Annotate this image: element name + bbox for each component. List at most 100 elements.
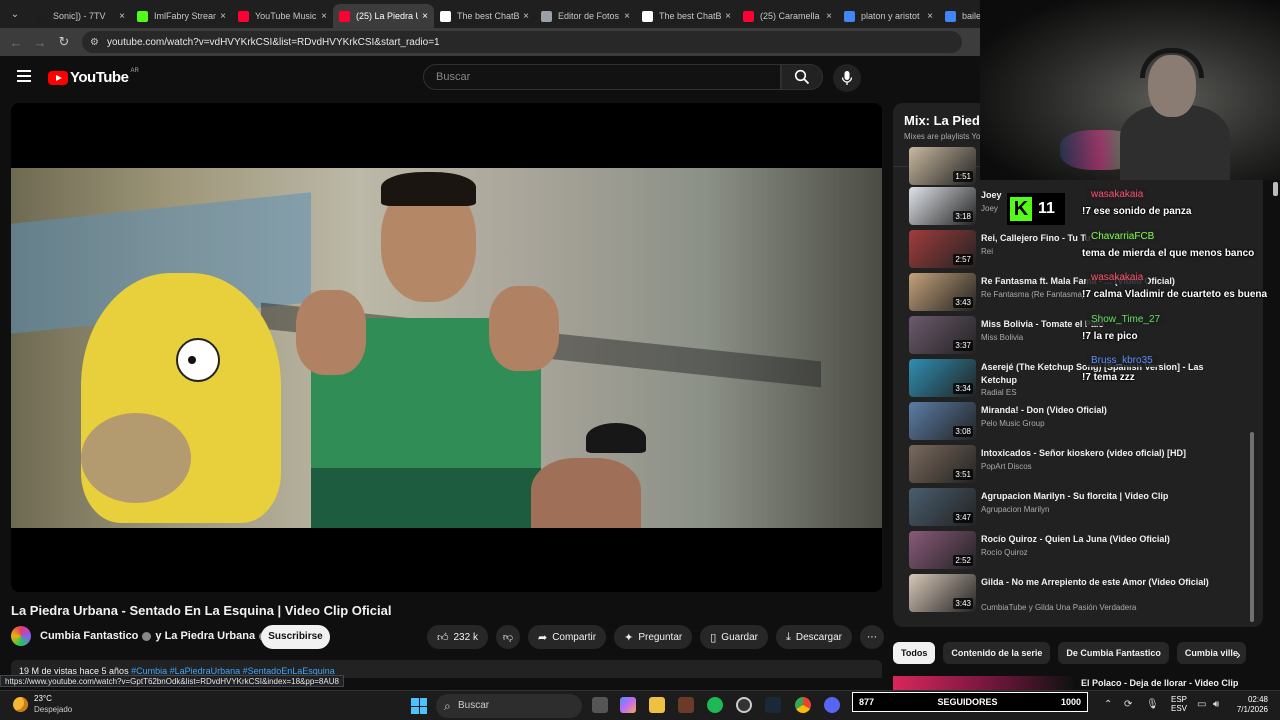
app-circle-icon[interactable] xyxy=(736,697,752,713)
taskbar-search[interactable]: Buscar xyxy=(436,694,582,718)
windows-start-icon[interactable] xyxy=(411,698,427,714)
download-button[interactable]: ⤓ Descargar xyxy=(775,625,852,649)
browser-tab[interactable]: platon y aristot × xyxy=(838,4,939,28)
tab-close-icon[interactable]: × xyxy=(624,11,630,22)
browser-tab[interactable]: The best ChatB × xyxy=(434,4,535,28)
search-input[interactable]: Buscar xyxy=(423,64,781,90)
back-icon[interactable]: ← xyxy=(4,35,28,50)
tray-chevron-icon[interactable]: ⌃ xyxy=(1104,699,1112,710)
tray-app-icon[interactable]: ⟳ xyxy=(1124,699,1132,710)
video-thumbnail[interactable]: 3:51 xyxy=(909,445,976,483)
volume-icon[interactable]: 🔊︎ xyxy=(1213,699,1219,710)
video-thumbnail[interactable]: 3:43 xyxy=(909,574,976,612)
keyboard-language[interactable]: ESP ESV xyxy=(1171,695,1187,713)
like-button[interactable]: 👍︎ 232 k xyxy=(427,625,488,649)
related-video[interactable]: El Polaco - Deja de llorar - Video Clip xyxy=(893,676,1263,690)
video-thumbnail[interactable]: 3:18 xyxy=(909,187,976,225)
search-button[interactable] xyxy=(781,64,823,90)
video-title[interactable]: Rocío Quiroz - Quien La Juna (Video Ofic… xyxy=(981,533,1211,546)
tab-close-icon[interactable]: × xyxy=(523,11,529,22)
video-thumbnail[interactable]: 3:37 xyxy=(909,316,976,354)
channel-info[interactable]: Cumbia Fantastico y La Piedra Urbana xyxy=(40,630,272,642)
related-title[interactable]: El Polaco - Deja de llorar - Video Clip xyxy=(1081,678,1238,688)
channel-avatar[interactable] xyxy=(11,626,31,646)
tab-close-icon[interactable]: × xyxy=(422,11,428,22)
tab-close-icon[interactable]: × xyxy=(826,11,832,22)
chat-username[interactable]: wasakakaia xyxy=(1086,188,1149,201)
chevron-right-icon[interactable]: › xyxy=(1236,646,1241,662)
browser-tab[interactable]: The best ChatB × xyxy=(636,4,737,28)
video-thumbnail[interactable]: 3:47 xyxy=(909,488,976,526)
temperature[interactable]: 23°C xyxy=(34,694,52,703)
playlist-item[interactable]: 3:47 Agrupacion Marilyn - Su florcita | V… xyxy=(893,486,1263,529)
filter-chip[interactable]: Contenido de la serie xyxy=(943,642,1051,664)
steam-icon[interactable] xyxy=(765,697,781,713)
chat-username[interactable]: Bruss_kbro35 xyxy=(1086,354,1158,367)
browser-tab[interactable]: ImlFabry Stream × xyxy=(131,4,232,28)
video-thumbnail[interactable]: 3:08 xyxy=(909,402,976,440)
playlist-item[interactable]: 3:51 Intoxicados - Señor kioskero (video … xyxy=(893,443,1263,486)
browser-tab[interactable]: (25) Caramella × xyxy=(737,4,838,28)
menu-icon[interactable] xyxy=(17,70,31,82)
video-thumbnail[interactable]: 2:52 xyxy=(909,531,976,569)
tab-close-icon[interactable]: × xyxy=(725,11,731,22)
video-thumbnail[interactable]: 3:43 xyxy=(909,273,976,311)
tray-mic-icon[interactable]: 🎙︎ xyxy=(1146,699,1159,710)
video-title[interactable]: Intoxicados - Señor kioskero (video ofic… xyxy=(981,447,1211,460)
video-thumbnail[interactable]: 2:57 xyxy=(909,230,976,268)
video-thumbnail[interactable]: 1:51 xyxy=(909,147,976,185)
chat-username[interactable]: wasakakaia xyxy=(1086,271,1149,284)
playlist-scrollbar[interactable] xyxy=(1250,432,1254,622)
discord-icon[interactable] xyxy=(824,697,840,713)
reload-icon[interactable]: ↻ xyxy=(52,34,76,50)
playlist-item[interactable]: 3:34 Aserejé (The Ketchup Song) [Spanish … xyxy=(893,357,1263,400)
filter-chip[interactable]: De Cumbia Fantastico xyxy=(1058,642,1169,664)
channel-collab[interactable]: y La Piedra Urbana xyxy=(155,630,255,642)
site-info-icon[interactable]: ⚙ xyxy=(90,37,99,48)
address-bar[interactable]: ⚙ youtube.com/watch?v=vdHVYKrkCSI&list=R… xyxy=(82,31,962,53)
network-icon[interactable]: ▭ xyxy=(1197,699,1206,710)
voice-search-button[interactable] xyxy=(833,64,861,92)
video-player[interactable] xyxy=(11,103,882,592)
chat-username[interactable]: ChavarriaFCB xyxy=(1086,229,1160,243)
spotify-icon[interactable] xyxy=(707,697,723,713)
ask-button[interactable]: ✦ Preguntar xyxy=(614,625,693,649)
filter-chip[interactable]: Todos xyxy=(893,642,936,664)
playlist-item[interactable]: 3:43 Gilda - No me Arrepiento de este Amo… xyxy=(893,572,1263,615)
tab-close-icon[interactable]: × xyxy=(321,11,327,22)
playlist-item[interactable]: 3:08 Miranda! - Don (Video Oficial) Pelo M… xyxy=(893,400,1263,443)
weather-condition[interactable]: Despejado xyxy=(34,705,72,714)
channel-name[interactable]: Cumbia Fantastico xyxy=(40,630,138,642)
system-clock[interactable]: 02:48 7/1/2026 xyxy=(1228,695,1268,715)
subscribe-button[interactable]: Suscribirse xyxy=(261,625,330,649)
more-actions-button[interactable]: ⋯ xyxy=(860,625,884,649)
tab-close-icon[interactable]: × xyxy=(119,11,125,22)
chat-username[interactable]: Show_Time_27 xyxy=(1086,312,1166,326)
related-thumbnail[interactable] xyxy=(893,676,1073,690)
forward-icon[interactable]: → xyxy=(28,35,52,50)
chat-scrollbar[interactable] xyxy=(1273,182,1278,196)
chrome-icon[interactable] xyxy=(795,697,811,713)
playlist-item[interactable]: 3:18 Joey Joey xyxy=(893,185,1263,228)
browser-tab[interactable]: Editor de Fotos × xyxy=(535,4,636,28)
browser-tab[interactable]: Sonic]) - 7TV × xyxy=(30,4,131,28)
video-title[interactable]: Gilda - No me Arrepiento de este Amor (V… xyxy=(981,576,1211,589)
browser-tab[interactable]: YouTube Music × xyxy=(232,4,333,28)
app-icon[interactable] xyxy=(678,697,694,713)
playlist-item[interactable]: 2:52 Rocío Quiroz - Quien La Juna (Video … xyxy=(893,529,1263,572)
youtube-logo[interactable]: YouTube AR xyxy=(48,68,139,86)
video-title[interactable]: Miranda! - Don (Video Oficial) xyxy=(981,404,1211,417)
copilot-icon[interactable] xyxy=(620,697,636,713)
video-thumbnail[interactable]: 3:34 xyxy=(909,359,976,397)
file-explorer-icon[interactable] xyxy=(649,697,665,713)
share-button[interactable]: ➦ Compartir xyxy=(527,625,607,649)
tab-search-icon[interactable]: ⌄ xyxy=(0,0,30,28)
playlist-item[interactable]: 3:37 Miss Bolivia - Tomate el Palo Miss Bo… xyxy=(893,314,1263,357)
tab-close-icon[interactable]: × xyxy=(927,11,933,22)
video-title[interactable]: Agrupacion Marilyn - Su florcita | Video… xyxy=(981,490,1211,503)
weather-moon-icon[interactable] xyxy=(13,697,28,712)
task-view-icon[interactable] xyxy=(592,697,608,713)
save-button[interactable]: ▯ Guardar xyxy=(700,625,768,649)
browser-tab[interactable]: (25) La Piedra U × xyxy=(333,4,434,28)
dislike-button[interactable]: 👎︎ xyxy=(495,625,520,649)
